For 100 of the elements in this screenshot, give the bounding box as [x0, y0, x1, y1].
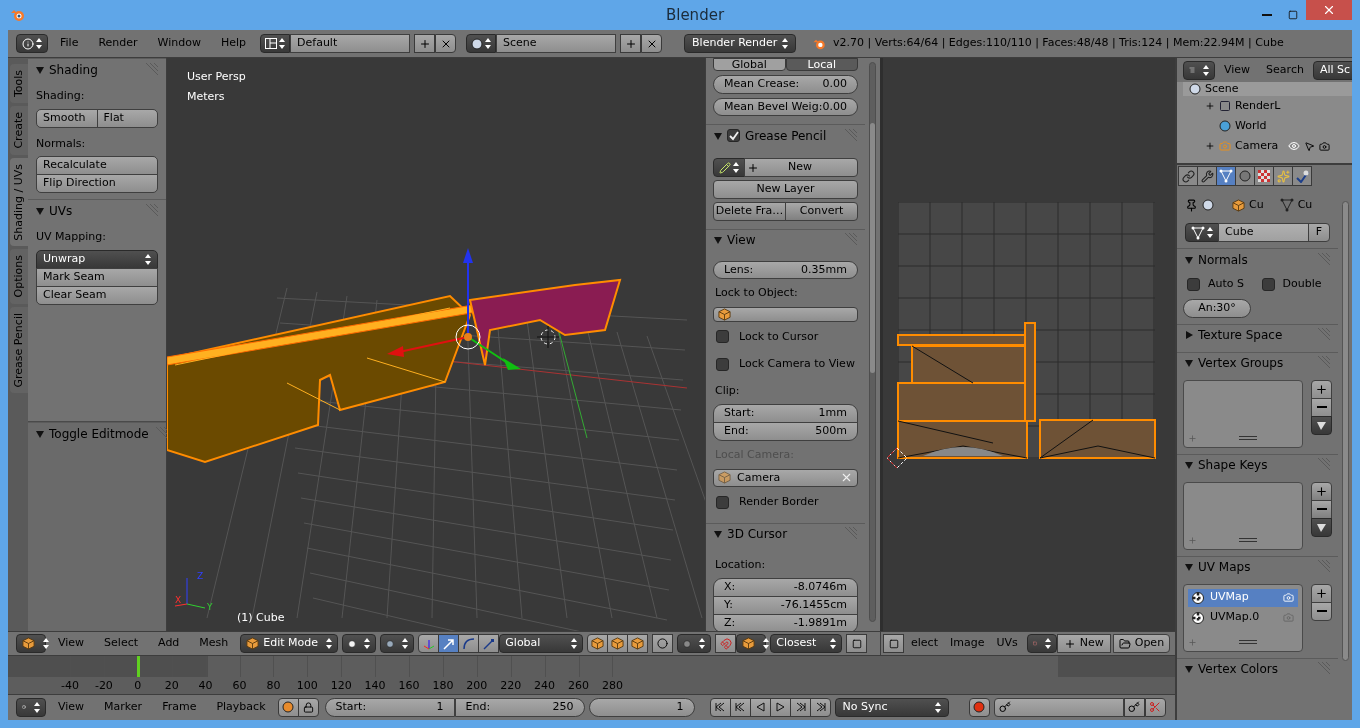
sync-dropdown[interactable]: No Sync: [834, 697, 949, 717]
menu-item[interactable]: View: [1217, 61, 1258, 79]
render-engine-dropdown[interactable]: Blender Render: [684, 34, 797, 53]
preview-range-button[interactable]: [277, 697, 299, 717]
new-button[interactable]: New: [744, 158, 858, 177]
resize-handle[interactable]: [1238, 640, 1257, 644]
drag-grip-icon[interactable]: [1316, 356, 1330, 370]
list-item[interactable]: UVMap: [1188, 588, 1298, 607]
menu-item[interactable]: File: [52, 34, 87, 53]
mode-dropdown[interactable]: Edit Mode: [240, 634, 339, 653]
uv-sync-button[interactable]: [883, 634, 904, 653]
resize-handle[interactable]: [1238, 538, 1257, 542]
drag-grip-icon[interactable]: [843, 128, 857, 143]
properties-tab[interactable]: [1273, 166, 1293, 186]
menu-item[interactable]: Mesh: [191, 635, 237, 652]
number-field[interactable]: Mean Bevel Weig:0.00: [713, 97, 858, 116]
list-box[interactable]: UVMap UVMap.0: [1183, 583, 1303, 652]
playback-button[interactable]: [749, 697, 771, 717]
properties-tab[interactable]: [1292, 166, 1312, 186]
editor-type-button[interactable]: [16, 34, 48, 53]
tree-item[interactable]: Scene: [1183, 82, 1352, 96]
number-field[interactable]: Start: 1mm: [713, 404, 858, 423]
shading-button[interactable]: Smooth: [36, 108, 98, 128]
tree-item[interactable]: Camera: [1183, 136, 1352, 156]
properties-tab[interactable]: [1254, 166, 1274, 186]
layout-name-field[interactable]: Default: [290, 34, 411, 53]
playback-button[interactable]: [769, 697, 791, 717]
scrollbar[interactable]: [1341, 201, 1349, 661]
operator-button[interactable]: Flip Direction: [36, 174, 158, 193]
manipulator-toggle[interactable]: [458, 634, 480, 653]
menu-item[interactable]: Help: [212, 34, 255, 53]
number-field[interactable]: Lens: 0.35mm: [713, 260, 858, 279]
drag-grip-icon[interactable]: [1316, 662, 1330, 676]
panel-header[interactable]: UV Maps: [1177, 555, 1338, 578]
drag-grip-icon[interactable]: [1316, 252, 1330, 267]
end-frame-field[interactable]: End: 250: [454, 697, 585, 717]
menu-item[interactable]: Marker: [96, 698, 151, 716]
tree-item[interactable]: RenderL: [1183, 96, 1352, 116]
number-field[interactable]: Mean Crease: 0.00: [713, 75, 858, 94]
resize-handle[interactable]: [1238, 436, 1257, 440]
proportional-edit-dropdown[interactable]: [677, 634, 712, 653]
checkbox[interactable]: [1187, 277, 1200, 291]
scene-name-field[interactable]: Scene: [496, 34, 617, 53]
tree-item[interactable]: World: [1183, 116, 1352, 136]
layout-selector[interactable]: [260, 34, 291, 53]
checkbox[interactable]: [716, 357, 729, 371]
current-frame-field[interactable]: 1: [588, 697, 695, 717]
panel-header[interactable]: Grease Pencil: [706, 124, 865, 146]
drag-grip-icon[interactable]: [1316, 560, 1330, 574]
object-field[interactable]: [713, 306, 858, 322]
menu-item[interactable]: elect: [906, 635, 943, 652]
delete-layout-button[interactable]: [435, 34, 457, 53]
menu-item[interactable]: Playback: [208, 698, 274, 716]
new-image-button[interactable]: New: [1056, 634, 1111, 653]
space-toggle[interactable]: Global: [713, 58, 786, 71]
playhead[interactable]: [136, 656, 140, 677]
drag-grip-icon[interactable]: [843, 527, 857, 541]
drag-grip-icon[interactable]: [153, 426, 168, 441]
image-browse-button[interactable]: [1026, 634, 1057, 653]
tool-tab[interactable]: Tools: [10, 64, 28, 104]
select-mode-button[interactable]: [607, 634, 629, 653]
menu-item[interactable]: Search: [1259, 61, 1311, 79]
editor-type-button[interactable]: [1183, 60, 1215, 80]
menu-item[interactable]: View: [50, 698, 93, 716]
playback-button[interactable]: [789, 697, 811, 717]
playback-button[interactable]: [809, 697, 831, 717]
panel-header[interactable]: Vertex Groups: [1177, 351, 1338, 374]
panel-header[interactable]: View: [706, 228, 865, 251]
orientation-dropdown[interactable]: Global: [499, 634, 584, 653]
list-item[interactable]: UVMap.0: [1188, 608, 1298, 627]
scene-selector[interactable]: [466, 34, 497, 53]
select-mode-button[interactable]: [627, 634, 649, 653]
add-button[interactable]: [1311, 379, 1332, 399]
tool-tab[interactable]: Create: [10, 106, 28, 155]
lock-range-button[interactable]: [297, 697, 319, 717]
scrollbar-thumb[interactable]: [870, 123, 875, 373]
properties-tab[interactable]: [1216, 166, 1236, 186]
mesh-name-field[interactable]: Cube: [1218, 223, 1309, 242]
manipulator-toggle[interactable]: [418, 634, 440, 653]
menu-item[interactable]: Image: [944, 635, 990, 652]
editor-type-button[interactable]: [16, 634, 46, 653]
panel-header[interactable]: Normals: [1177, 248, 1338, 270]
checkbox[interactable]: [727, 129, 740, 142]
playback-button[interactable]: [709, 697, 731, 717]
grease-pencil-selector[interactable]: [713, 158, 745, 177]
menu-item[interactable]: Window: [149, 34, 209, 53]
tool-tab[interactable]: Grease Pencil: [10, 306, 28, 394]
snap-button[interactable]: [715, 634, 737, 653]
keying-set-field[interactable]: [993, 697, 1124, 717]
panel-header[interactable]: Vertex Colors: [1177, 657, 1338, 680]
menu-item[interactable]: View: [50, 635, 93, 652]
list-box[interactable]: [1183, 379, 1303, 448]
menu-item[interactable]: Select: [96, 635, 147, 652]
record-button[interactable]: [968, 697, 990, 717]
shading-button[interactable]: Flat: [96, 108, 158, 128]
occlude-geometry-button[interactable]: [652, 634, 674, 653]
manipulator-toggle[interactable]: [438, 634, 460, 653]
panel-header[interactable]: UVs: [28, 199, 166, 221]
open-image-button[interactable]: Open: [1112, 634, 1171, 653]
menu-item[interactable]: Render: [90, 34, 146, 53]
